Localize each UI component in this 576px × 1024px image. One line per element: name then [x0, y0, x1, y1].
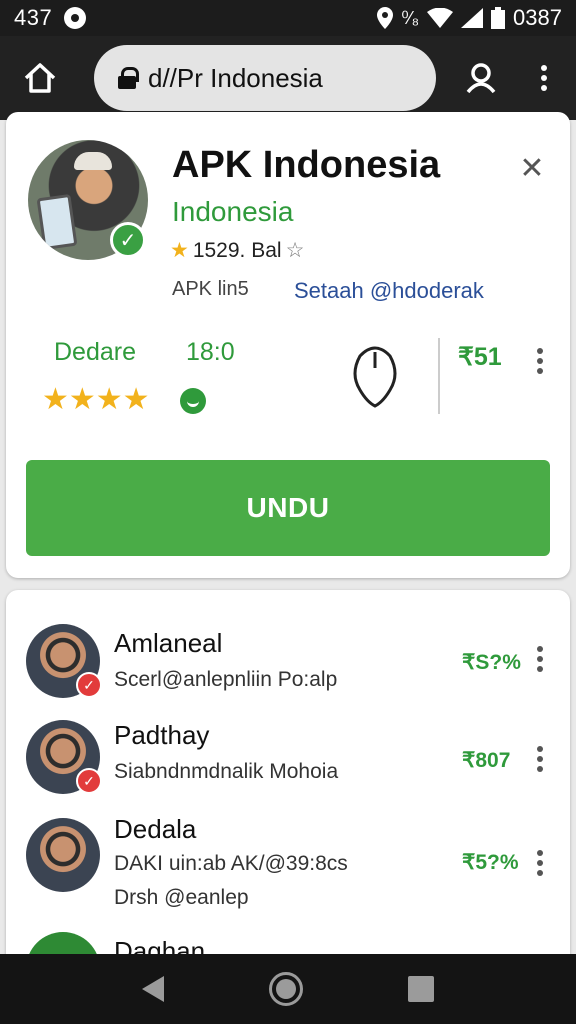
account-button[interactable] — [448, 36, 514, 120]
item-name: Dedala — [114, 814, 197, 844]
item-subtitle: Siabndnmdnalik Mohoia — [114, 760, 339, 783]
stat-label: Dedare — [54, 338, 136, 366]
more-vert-icon[interactable] — [536, 646, 544, 672]
signal-icon — [461, 8, 484, 28]
item-subtitle: DAKI uin:ab AK/@39:8cs — [114, 852, 348, 875]
browser-toolbar: d//Pr Indonesia — [0, 36, 576, 120]
item-secondary: Drsh @eanlep — [114, 886, 249, 909]
rating-text: 1529. Bal — [192, 238, 282, 262]
meta-left: APK lin5 — [172, 278, 249, 300]
list-item[interactable]: Dedala DAKI uin:ab AK/@39:8cs Drsh @eanl… — [6, 810, 570, 922]
app-title: APK Indonesia — [172, 144, 441, 186]
home-nav-icon[interactable] — [268, 972, 303, 1006]
notification-icon — [64, 7, 87, 29]
close-icon[interactable]: ✕ — [516, 152, 548, 185]
star-outline-icon: ☆ — [285, 239, 305, 262]
rating-line: ★ 1529. Bal ☆ — [170, 238, 304, 263]
rating-stars: ★★★★ — [42, 383, 150, 416]
recent-icon[interactable] — [407, 976, 434, 1002]
lock-icon — [118, 67, 139, 89]
battery-percent: 0387 — [513, 5, 562, 30]
badge-icon: ✓ — [76, 672, 102, 698]
battery-icon — [491, 7, 506, 29]
url-text[interactable]: d//Pr Indonesia — [148, 63, 323, 94]
avatar — [26, 818, 100, 892]
account-icon — [466, 63, 496, 94]
list-item[interactable]: ✓ Padthay Siabndnmdnalik Mohoia ₹807 — [6, 716, 570, 812]
app-profile-card: ✓ APK Indonesia ✕ Indonesia ★ 1529. Bal … — [6, 112, 570, 578]
data-indicator: ⁰⁄₈ — [401, 7, 420, 28]
meta-link[interactable]: Setaah @hdoderak — [294, 278, 484, 304]
location-icon — [377, 7, 394, 29]
item-name: Amlaneal — [114, 628, 223, 658]
item-price: ₹807 — [462, 749, 511, 772]
app-price: ₹51 — [458, 343, 502, 371]
more-vert-icon — [540, 65, 548, 91]
wifi-icon — [427, 8, 454, 28]
related-list-card: ✓ Amlaneal Scerl@anlepnliin Po:alp ₹S?% … — [6, 590, 570, 970]
item-price: ₹5?% — [462, 851, 519, 874]
url-bar[interactable]: d//Pr Indonesia — [94, 45, 436, 111]
home-button[interactable] — [0, 36, 80, 120]
browser-menu-button[interactable] — [514, 36, 574, 120]
avatar-cap — [74, 152, 112, 170]
back-icon[interactable] — [142, 976, 165, 1002]
avatar-phone — [36, 193, 78, 251]
badge-icon: ✓ — [76, 768, 102, 794]
more-vert-icon[interactable] — [536, 746, 544, 772]
verified-icon: ✓ — [110, 222, 146, 258]
list-item[interactable]: ✓ Amlaneal Scerl@anlepnliin Po:alp ₹S?% — [6, 620, 570, 716]
app-subtitle: Indonesia — [172, 196, 294, 227]
chat-icon[interactable] — [180, 388, 206, 414]
download-button[interactable]: UNDU — [26, 460, 550, 556]
item-name: Padthay — [114, 720, 210, 750]
status-bar: 437 ⁰⁄₈ 0387 — [0, 0, 576, 36]
status-icons: ⁰⁄₈ 0387 — [377, 5, 562, 31]
mouse-icon[interactable] — [350, 342, 400, 408]
stat-divider — [438, 338, 440, 414]
stat-value: 18:0 — [186, 338, 235, 366]
item-price: ₹S?% — [462, 651, 521, 674]
system-nav-bar — [0, 954, 576, 1024]
clock: 437 — [14, 5, 53, 30]
more-vert-icon[interactable] — [536, 348, 544, 374]
home-icon — [24, 63, 56, 93]
item-subtitle: Scerl@anlepnliin Po:alp — [114, 668, 338, 691]
more-vert-icon[interactable] — [536, 850, 544, 876]
star-icon: ★ — [170, 239, 189, 262]
